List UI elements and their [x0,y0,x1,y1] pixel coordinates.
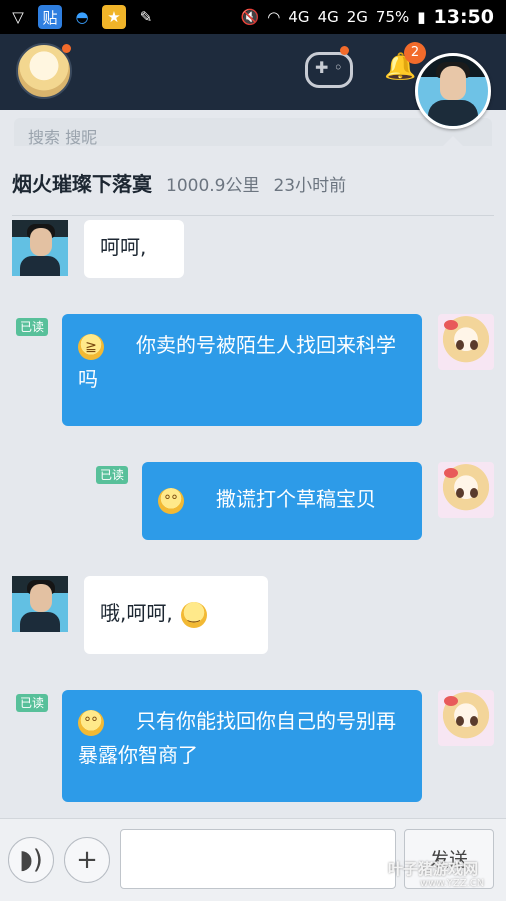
chat-header: 烟火璀璨下落寞 1000.9公里 23小时前 [12,168,346,197]
laugh-emoji-icon: ≧ [78,333,104,360]
smile-emoji-icon: ‿ [180,601,207,628]
message-text: 哦,呵呵, [100,601,173,625]
network-label-2: 4G [317,8,339,26]
plus-icon: + [76,845,98,875]
status-bar: ▽ 贴 ◓ ★ ✎ 🔇 ◠ 4G 4G 2G 75% ▮ 13:50 [0,0,506,34]
qq-icon: ◓ [75,8,89,26]
my-avatar-chat[interactable] [438,690,494,746]
notification-badge: 2 [404,42,426,64]
read-tag: 已读 [96,466,129,484]
network-label-3: 2G [346,8,368,26]
contact-time: 23小时前 [273,176,347,196]
watermark-url: www.YZZ.CN [420,878,485,889]
gamepad-icon[interactable]: ✚ ◦ [305,52,353,88]
mute-icon: 🔇 [240,8,260,26]
battery-percent: 75% [375,8,410,26]
wide-eyed-emoji-icon: °° [158,487,184,514]
message-input[interactable] [120,829,396,889]
clock: 13:50 [433,6,494,28]
message-bubble-sent[interactable]: ≧ 你卖的号被陌生人找回来科学吗 [62,314,422,426]
message-text: 你卖的号被陌生人找回来科学吗 [78,333,396,391]
message-text: 呵呵, [100,235,147,259]
watermark: 叶子猪游戏网 [388,860,479,878]
message-bubble-received[interactable]: 呵呵, [84,220,184,278]
read-tag: 已读 [16,694,49,712]
status-icons-right: 🔇 ◠ 4G 4G 2G 75% ▮ 13:50 [241,6,494,28]
tieba-icon: 贴 [38,5,62,29]
header-divider [12,215,494,216]
search-hint: 搜索 搜昵 [28,128,98,147]
contact-name: 烟火璀璨下落寞 [12,172,152,196]
avatar-dot [62,44,71,53]
contact-avatar[interactable] [12,576,68,632]
my-avatar-chat[interactable] [438,462,494,518]
voice-button[interactable]: ◗) [8,837,54,883]
read-tag: 已读 [16,318,49,336]
voice-icon: ◗) [19,845,43,875]
battery-icon: ▮ [417,8,426,26]
my-avatar-chat[interactable] [438,314,494,370]
message-text: 撒谎打个草稿宝贝 [216,487,376,511]
contact-avatar-large[interactable] [415,53,491,129]
message-text: 只有你能找回你自己的号别再暴露你智商了 [78,709,396,767]
wifi-icon: ◠ [267,8,281,26]
vpn-icon: ▽ [12,8,24,26]
network-label-1: 4G [288,8,310,26]
contact-avatar[interactable] [12,220,68,276]
contact-distance: 1000.9公里 [166,176,260,196]
pen-icon: ✎ [139,8,153,26]
status-icons-left: ▽ 贴 ◓ ★ ✎ [6,5,158,29]
message-bubble-sent[interactable]: °° 撒谎打个草稿宝贝 [142,462,422,540]
message-bubble-received[interactable]: 哦,呵呵, ‿ [84,576,268,654]
add-button[interactable]: + [64,837,110,883]
message-bubble-sent[interactable]: °° 只有你能找回你自己的号别再暴露你智商了 [62,690,422,802]
gamepad-dot [340,46,349,55]
panel-pointer [441,136,465,148]
wide-eyed-emoji-icon: °° [78,709,104,736]
game-center-icon: ★ [102,5,126,29]
